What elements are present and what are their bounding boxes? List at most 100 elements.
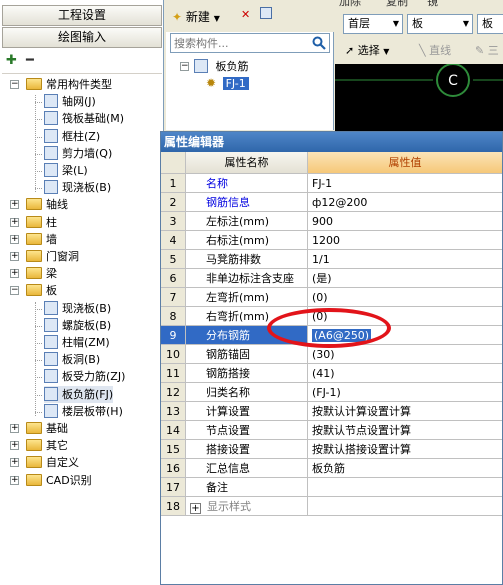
property-value-cell[interactable] [308, 478, 502, 497]
property-value-cell[interactable]: ф12@200 [308, 193, 502, 212]
expand-toggle[interactable]: + [10, 217, 19, 227]
folder-icon [26, 473, 42, 486]
expand-toggle[interactable]: + [190, 503, 201, 514]
point-tool[interactable]: ✎ 三 [475, 42, 499, 58]
property-row[interactable]: 12 归类名称 (FJ-1) [161, 383, 502, 402]
property-value-cell[interactable] [308, 497, 502, 516]
delete-icon[interactable]: ✕ [241, 8, 250, 21]
property-value-cell[interactable]: (FJ-1) [308, 383, 502, 402]
property-row[interactable]: 17 备注 [161, 478, 502, 497]
expand-toggle[interactable]: + [10, 475, 19, 485]
property-row[interactable]: 7 左弯折(mm) (0) [161, 288, 502, 307]
property-value-cell[interactable]: (0) [308, 288, 502, 307]
expand-toggle[interactable]: + [10, 252, 19, 261]
collapse-toggle[interactable]: − [180, 62, 189, 71]
property-value-cell[interactable]: 1/1 [308, 250, 502, 269]
tree-folder-row[interactable]: + 自定义 [10, 454, 79, 471]
drawing-input-button[interactable]: 绘图输入 [2, 27, 162, 48]
property-value-cell[interactable]: 按默认节点设置计算 [308, 421, 502, 440]
tree-item-row[interactable]: 板洞(B) [44, 351, 100, 368]
drawing-canvas[interactable]: C [335, 64, 503, 134]
tree-item-row[interactable]: 柱帽(ZM) [44, 334, 110, 351]
property-value-cell[interactable]: 1200 [308, 231, 502, 250]
expand-toggle[interactable]: + [10, 269, 19, 279]
tree-folder-row[interactable]: − 常用构件类型 [10, 76, 112, 93]
tree-group-row[interactable]: − 板负筋 [170, 58, 249, 75]
slab-hole-icon [44, 352, 58, 367]
expand-toggle[interactable]: + [10, 234, 19, 244]
property-value-cell[interactable]: (41) [308, 364, 502, 383]
property-row[interactable]: 2 钢筋信息 ф12@200 [161, 193, 502, 212]
property-value-cell[interactable]: FJ-1 [308, 174, 502, 193]
property-row[interactable]: 3 左标注(mm) 900 [161, 212, 502, 231]
tree-item-row[interactable]: 剪力墙(Q) [44, 145, 112, 162]
search-icon[interactable] [311, 35, 327, 51]
tree-item-row[interactable]: 框柱(Z) [44, 128, 100, 145]
property-row[interactable]: 8 右弯折(mm) (0) [161, 307, 502, 326]
component-item-row[interactable]: ✹ FJ-1 [206, 75, 249, 92]
floor-select[interactable]: 首层 ▼ [343, 14, 403, 34]
tree-folder-row[interactable]: + 门窗洞 [10, 248, 79, 265]
tree-item-row[interactable]: 现浇板(B) [44, 300, 111, 317]
tree-folder-row[interactable]: + CAD识别 [10, 472, 92, 489]
property-value-cell[interactable]: 板负筋 [308, 459, 502, 478]
collapse-toggle[interactable]: − [10, 286, 19, 296]
mirror-tool-label[interactable]: 镜 [427, 0, 438, 8]
select-tool[interactable]: ➚ 选择 ▼ [345, 42, 389, 58]
delete-tool-label[interactable]: 加除 [339, 0, 361, 8]
new-component-button[interactable]: ✦ 新建 ▼ [172, 8, 220, 25]
collapse-toggle[interactable]: − [10, 80, 19, 89]
expand-toggle[interactable]: + [10, 441, 19, 451]
property-row[interactable]: 13 计算设置 按默认计算设置计算 [161, 402, 502, 421]
property-value-cell[interactable]: (A6@250) [308, 326, 502, 345]
tree-folder-row[interactable]: + 基础 [10, 420, 68, 437]
property-value-cell[interactable]: 按默认搭接设置计算 [308, 440, 502, 459]
property-value-cell[interactable]: (30) [308, 345, 502, 364]
property-row[interactable]: 11 钢筋搭接 (41) [161, 364, 502, 383]
property-row[interactable]: 5 马凳筋排数 1/1 [161, 250, 502, 269]
property-row[interactable]: 6 非单边标注含支座 (是) [161, 269, 502, 288]
tree-item-row[interactable]: 筏板基础(M) [44, 110, 124, 127]
tree-item-row[interactable]: 现浇板(B) [44, 179, 111, 196]
tree-item-row[interactable]: 轴网(J) [44, 93, 96, 110]
property-row[interactable]: 14 节点设置 按默认节点设置计算 [161, 421, 502, 440]
type-select[interactable]: 板 ▼ [407, 14, 473, 34]
property-row[interactable]: 9 分布钢筋 (A6@250) [161, 326, 502, 345]
folder-icon [26, 250, 42, 262]
tree-folder-row[interactable]: + 轴线 [10, 196, 68, 213]
tree-folder-row[interactable]: + 梁 [10, 265, 57, 282]
property-row[interactable]: 4 右标注(mm) 1200 [161, 231, 502, 250]
subtype-select[interactable]: 板 [477, 14, 503, 34]
copy-icon[interactable] [260, 7, 272, 19]
tree-item-row[interactable]: 螺旋板(B) [44, 317, 111, 334]
copy-tool-label[interactable]: 复制 [386, 0, 408, 8]
tree-folder-row[interactable]: + 柱 [10, 214, 57, 231]
expand-all-icon[interactable]: ✚ [6, 54, 24, 70]
tree-item-row[interactable]: 楼层板带(H) [44, 403, 123, 420]
property-value-cell[interactable]: 按默认计算设置计算 [308, 402, 502, 421]
property-value-cell[interactable]: (0) [308, 307, 502, 326]
expand-toggle[interactable]: + [10, 458, 19, 468]
property-row[interactable]: 1 名称 FJ-1 [161, 174, 502, 193]
property-value-cell[interactable]: (是) [308, 269, 502, 288]
search-input[interactable] [174, 36, 309, 51]
tree-folder-row[interactable]: − 板 [10, 282, 57, 299]
property-value: ф12@200 [312, 196, 368, 209]
tree-item-row[interactable]: 板负筋(FJ) [44, 385, 114, 403]
tree-label: 筏板基础(M) [62, 112, 125, 126]
tree-folder-row[interactable]: + 墙 [10, 231, 57, 248]
property-row[interactable]: 15 搭接设置 按默认搭接设置计算 [161, 440, 502, 459]
collapse-all-icon[interactable]: ━ [26, 54, 44, 70]
property-row[interactable]: 10 钢筋锚固 (30) [161, 345, 502, 364]
expand-toggle[interactable]: + [10, 200, 19, 210]
project-settings-button[interactable]: 工程设置 [2, 5, 162, 26]
property-row[interactable]: 16 汇总信息 板负筋 [161, 459, 502, 478]
property-value-cell[interactable]: 900 [308, 212, 502, 231]
property-value: 按默认节点设置计算 [312, 424, 411, 437]
line-tool[interactable]: ╲ 直线 [419, 42, 451, 58]
tree-item-row[interactable]: 梁(L) [44, 162, 88, 179]
property-row[interactable]: 18 + 显示样式 [161, 497, 502, 516]
tree-folder-row[interactable]: + 其它 [10, 437, 68, 454]
tree-item-row[interactable]: 板受力筋(ZJ) [44, 368, 125, 385]
expand-toggle[interactable]: + [10, 424, 19, 433]
